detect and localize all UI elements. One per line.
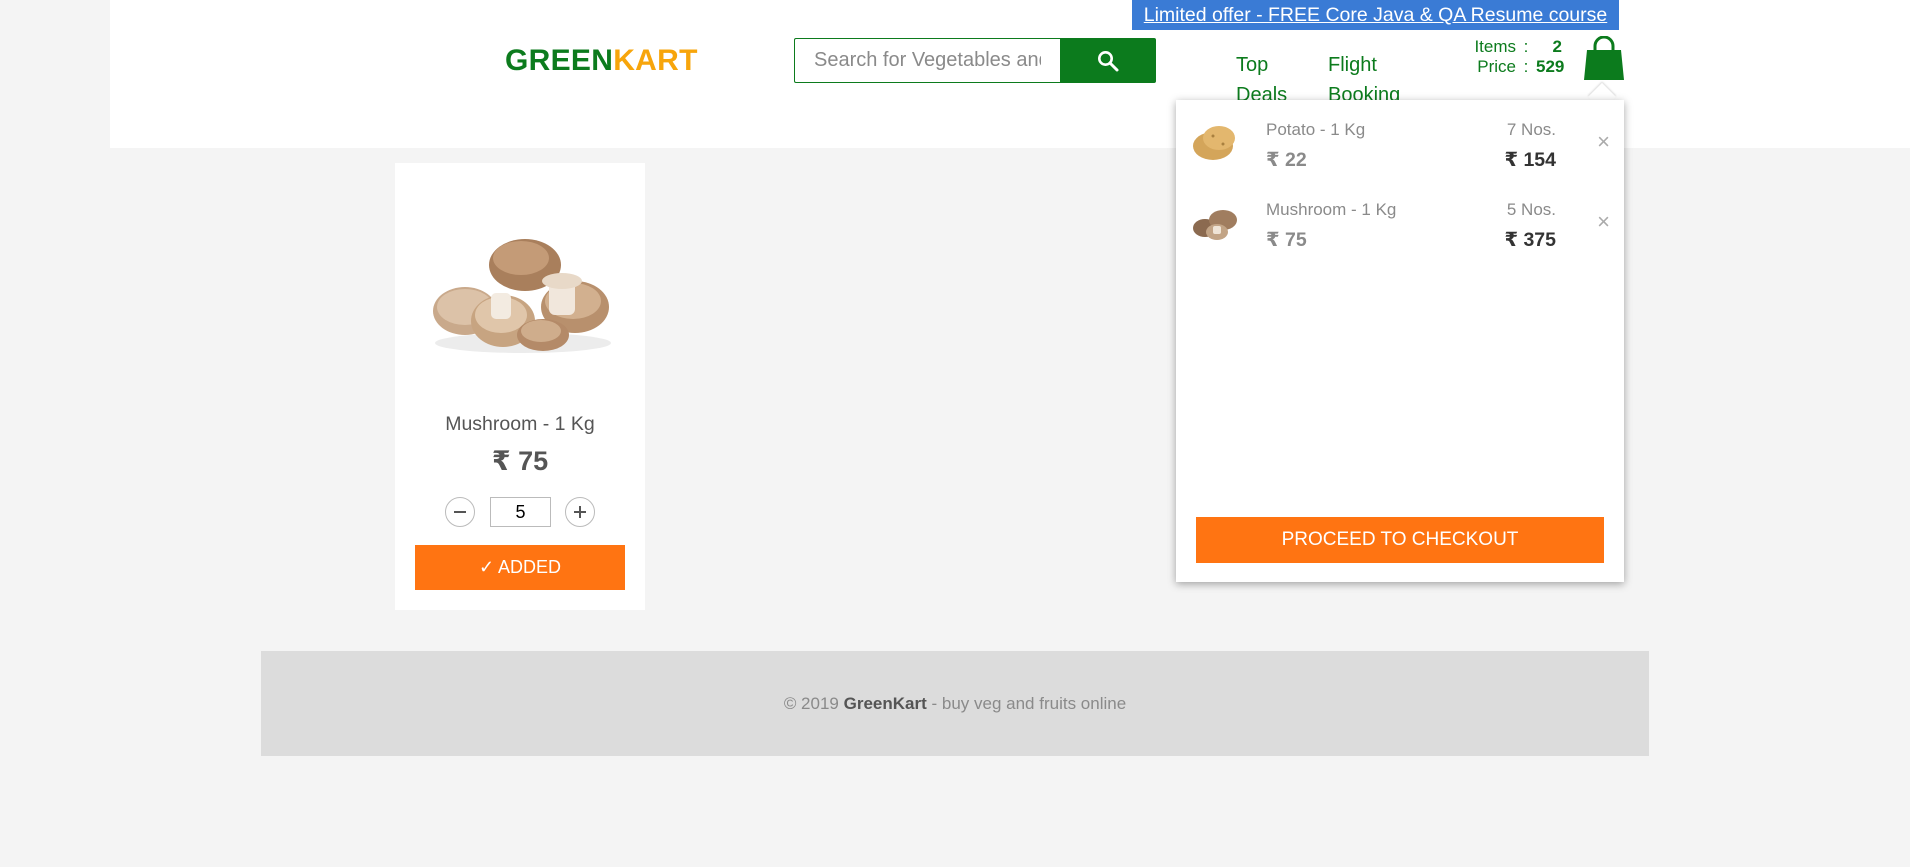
- footer-tagline: - buy veg and fruits online: [931, 694, 1127, 713]
- footer-brand: GreenKart: [843, 694, 927, 713]
- cart-item-name: Potato - 1 Kg: [1266, 120, 1366, 139]
- items-count: 2: [1552, 37, 1562, 56]
- price-separator: :: [1523, 57, 1529, 76]
- price-label: Price: [1477, 57, 1516, 76]
- cart-item-amount: ₹ 375: [1504, 229, 1556, 251]
- logo-green-text: GREEN: [505, 44, 614, 77]
- cart-bag-icon[interactable]: [1582, 35, 1626, 82]
- mushroom-thumbnail: [1189, 196, 1241, 248]
- product-card: Mushroom - 1 Kg ₹ 75 ✓ ADDED: [395, 163, 645, 610]
- cart-item-price: ₹ 75: [1266, 229, 1307, 251]
- cart-item: Potato - 1 Kg ₹ 22 7 Nos. ₹ 154 ×: [1176, 108, 1624, 178]
- potato-thumbnail: [1189, 116, 1241, 168]
- increment-button[interactable]: [565, 497, 595, 527]
- added-button[interactable]: ✓ ADDED: [415, 545, 625, 590]
- mushroom-image: [415, 203, 625, 363]
- logo-kart-text: KART: [613, 44, 698, 77]
- cart-summary: Items : 2 Price : 529: [1450, 37, 1565, 77]
- remove-item-icon[interactable]: ×: [1597, 211, 1610, 233]
- items-separator: :: [1523, 37, 1529, 56]
- search-icon: [1098, 50, 1119, 71]
- product-name: Mushroom - 1 Kg: [445, 413, 595, 435]
- search-input[interactable]: [794, 38, 1060, 83]
- footer-copyright: © 2019: [783, 694, 839, 713]
- search-bar: [794, 38, 1156, 83]
- cart-item: Mushroom - 1 Kg ₹ 75 5 Nos. ₹ 375 ×: [1176, 188, 1624, 258]
- proceed-to-checkout-button[interactable]: PROCEED TO CHECKOUT: [1196, 517, 1604, 563]
- cart-item-quantity: 5 Nos.: [1506, 200, 1556, 219]
- cart-item-amount: ₹ 154: [1504, 149, 1556, 171]
- price-total: 529: [1536, 57, 1565, 76]
- cart-item-name: Mushroom - 1 Kg: [1266, 200, 1397, 219]
- cart-item-quantity: 7 Nos.: [1506, 120, 1556, 139]
- minus-icon: [454, 511, 466, 513]
- items-label: Items: [1474, 37, 1516, 56]
- quantity-stepper: [445, 495, 595, 527]
- remove-item-icon[interactable]: ×: [1597, 131, 1610, 153]
- search-button[interactable]: [1060, 38, 1156, 83]
- product-price: ₹ 75: [491, 446, 549, 476]
- decrement-button[interactable]: [445, 497, 475, 527]
- cart-item-price: ₹ 22: [1266, 149, 1307, 171]
- brand-logo: GREENKART: [505, 44, 698, 78]
- site-footer: © 2019 GreenKart - buy veg and fruits on…: [261, 651, 1649, 756]
- promo-link[interactable]: Limited offer - FREE Core Java & QA Resu…: [1132, 0, 1619, 30]
- plus-icon: [574, 506, 586, 518]
- quantity-input[interactable]: [490, 497, 551, 527]
- cart-preview-panel: Potato - 1 Kg ₹ 22 7 Nos. ₹ 154 × Mushro…: [1176, 100, 1624, 582]
